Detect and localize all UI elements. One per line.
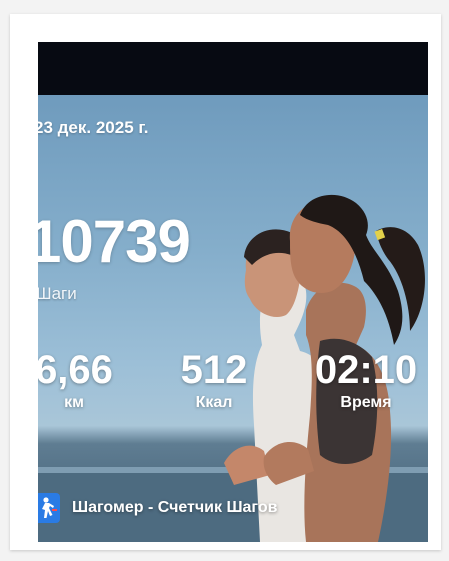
calories-stat: 512 Ккал: [164, 350, 264, 412]
steps-count: 10739: [38, 208, 191, 275]
time-stat: 02:10 Время: [304, 350, 428, 412]
calories-value: 512: [180, 348, 248, 392]
steps-label: Шаги: [38, 284, 77, 303]
app-name: Шагомер - Счетчик Шагов: [72, 499, 278, 516]
runners-background-image: [38, 95, 428, 542]
app-attribution[interactable]: Шагомер - Счетчик Шагов: [38, 488, 278, 528]
step-counter-widget[interactable]: 23 дек. 2025 г. 10739 Шаги 6,66 км 512 К…: [38, 42, 428, 542]
distance-stat: 6,66 км: [38, 350, 124, 412]
calories-unit-label: Ккал: [195, 394, 233, 411]
walking-person-icon: [38, 493, 60, 523]
date-label: 23 дек. 2025 г.: [38, 118, 149, 137]
distance-value: 6,66: [38, 348, 113, 392]
time-value: 02:10: [314, 348, 418, 392]
distance-unit-label: км: [64, 394, 84, 411]
widget-top-bar: [38, 42, 428, 95]
time-label: Время: [340, 394, 392, 411]
